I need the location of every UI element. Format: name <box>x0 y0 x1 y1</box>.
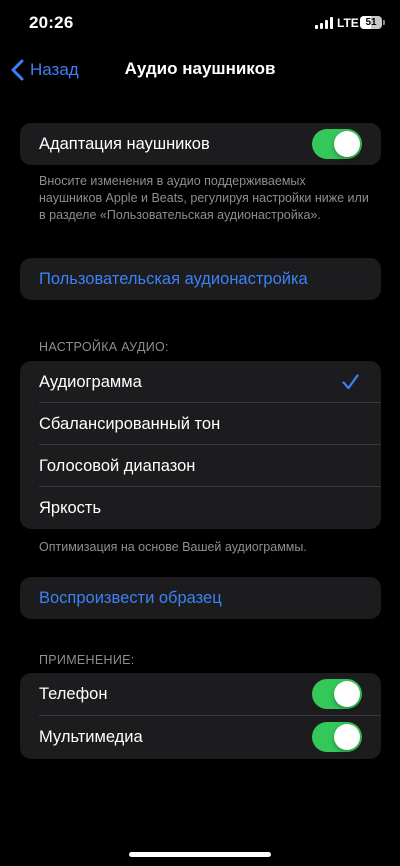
nav-bar: Назад Аудио наушников <box>0 48 400 92</box>
apply-media-row: Мультимедиа <box>20 716 381 759</box>
option-label: Сбалансированный тон <box>39 414 221 433</box>
phone-toggle[interactable] <box>312 679 362 709</box>
media-toggle[interactable] <box>312 722 362 752</box>
sample-group: Воспроизвести образец <box>20 577 381 619</box>
battery-cap <box>383 20 385 25</box>
audio-tuning-group: Аудиограмма Сбалансированный тон Голосов… <box>20 361 381 529</box>
option-balanced-tone[interactable]: Сбалансированный тон <box>20 403 381 445</box>
custom-audio-setup-link[interactable]: Пользовательская аудионастройка <box>20 258 381 300</box>
status-time: 20:26 <box>29 13 74 32</box>
apply-group: Телефон Мультимедиа <box>20 673 381 759</box>
option-brightness[interactable]: Яркость <box>20 487 381 529</box>
cellular-signal-icon <box>315 17 333 29</box>
custom-setup-group: Пользовательская аудионастройка <box>20 258 381 300</box>
adaptation-group: Адаптация наушников <box>20 123 381 165</box>
apply-phone-row: Телефон <box>20 673 381 716</box>
play-sample-link[interactable]: Воспроизвести образец <box>20 577 381 619</box>
option-label: Голосовой диапазон <box>39 456 196 475</box>
audio-tuning-footer: Оптимизация на основе Вашей аудиограммы. <box>39 540 307 554</box>
network-type: LTE <box>337 16 359 30</box>
battery-percent: 51 <box>365 17 377 28</box>
apply-phone-label: Телефон <box>39 685 108 703</box>
page-title: Аудио наушников <box>124 59 276 78</box>
battery-icon: 51 <box>360 16 382 29</box>
toggle-knob <box>334 724 360 750</box>
apply-header: ПРИМЕНЕНИЕ: <box>39 653 135 667</box>
checkmark-icon <box>342 374 359 390</box>
option-vocal-range[interactable]: Голосовой диапазон <box>20 445 381 487</box>
adaptation-footer: Вносите изменения в аудио поддерживаемых… <box>39 174 369 222</box>
option-label: Аудиограмма <box>39 372 142 391</box>
toggle-knob <box>334 681 360 707</box>
home-indicator[interactable] <box>129 852 271 857</box>
option-audiogram[interactable]: Аудиограмма <box>20 361 381 403</box>
option-label: Яркость <box>39 498 102 517</box>
adaptation-toggle[interactable] <box>312 129 362 159</box>
adaptation-label: Адаптация наушников <box>39 134 210 153</box>
status-bar: 20:26 LTE 51 <box>0 0 400 48</box>
audio-tuning-header: НАСТРОЙКА АУДИО: <box>39 340 169 354</box>
adaptation-row: Адаптация наушников <box>20 123 381 165</box>
apply-media-label: Мультимедиа <box>39 728 143 746</box>
toggle-knob <box>334 131 360 157</box>
